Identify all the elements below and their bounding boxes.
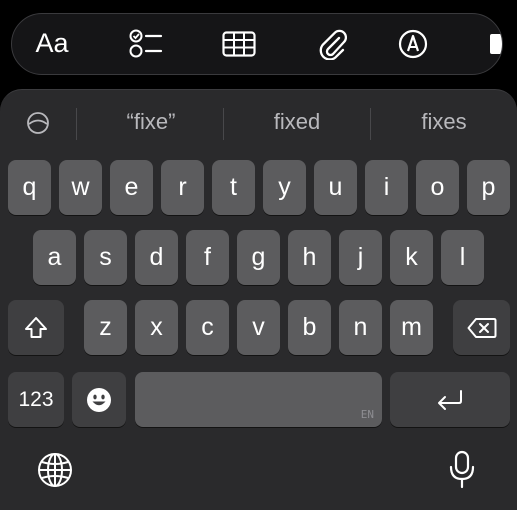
format-label: Aa	[35, 28, 69, 58]
shift-key[interactable]	[8, 300, 64, 355]
paperclip-icon	[319, 29, 347, 60]
delete-key[interactable]	[453, 300, 510, 355]
notes-toolbar: Aa	[11, 13, 503, 75]
emoji-icon	[87, 387, 111, 412]
prediction-2[interactable]: fixed	[226, 109, 368, 137]
key-x[interactable]: x	[135, 300, 178, 355]
emoji-key[interactable]	[72, 372, 126, 427]
key-j[interactable]: j	[339, 230, 382, 285]
key-w[interactable]: w	[59, 160, 102, 215]
key-a[interactable]: a	[33, 230, 76, 285]
key-e[interactable]: e	[110, 160, 153, 215]
markup-pen-icon	[398, 29, 428, 58]
key-t[interactable]: t	[212, 160, 255, 215]
key-r[interactable]: r	[161, 160, 204, 215]
key-u[interactable]: u	[314, 160, 357, 215]
shift-icon	[25, 316, 47, 338]
key-v[interactable]: v	[237, 300, 280, 355]
space-key[interactable]: EN	[135, 372, 382, 427]
key-q[interactable]: q	[8, 160, 51, 215]
key-l[interactable]: l	[441, 230, 484, 285]
markup-button[interactable]	[395, 14, 431, 73]
prediction-1[interactable]: “fixe”	[80, 109, 222, 137]
key-k[interactable]: k	[390, 230, 433, 285]
key-m[interactable]: m	[390, 300, 433, 355]
prediction-3[interactable]: fixes	[374, 109, 514, 137]
key-y[interactable]: y	[263, 160, 306, 215]
prediction-toggle-icon[interactable]	[26, 111, 50, 135]
table-button[interactable]	[219, 14, 259, 73]
prediction-divider	[370, 108, 371, 140]
backspace-icon	[467, 317, 496, 338]
key-o[interactable]: o	[416, 160, 459, 215]
key-p[interactable]: p	[467, 160, 510, 215]
prediction-bar: “fixe” fixed fixes	[0, 90, 517, 156]
key-h[interactable]: h	[288, 230, 331, 285]
key-g[interactable]: g	[237, 230, 280, 285]
table-icon	[222, 30, 256, 57]
more-partial-icon[interactable]	[490, 34, 502, 54]
keyboard: “fixe” fixed fixes q w e r t y u i o p a…	[0, 89, 517, 510]
numbers-key[interactable]: 123	[8, 372, 64, 427]
key-n[interactable]: n	[339, 300, 382, 355]
space-language-label: EN	[360, 408, 374, 421]
prediction-divider	[76, 108, 77, 140]
microphone-icon[interactable]	[448, 450, 476, 490]
key-c[interactable]: c	[186, 300, 229, 355]
key-z[interactable]: z	[84, 300, 127, 355]
checklist-icon	[129, 29, 163, 57]
key-s[interactable]: s	[84, 230, 127, 285]
prediction-divider	[223, 108, 224, 140]
attachment-button[interactable]	[312, 14, 352, 73]
format-button[interactable]: Aa	[30, 14, 74, 73]
key-b[interactable]: b	[288, 300, 331, 355]
key-i[interactable]: i	[365, 160, 408, 215]
globe-icon[interactable]	[37, 452, 73, 488]
return-key[interactable]	[390, 372, 510, 427]
return-icon	[438, 389, 462, 410]
key-d[interactable]: d	[135, 230, 178, 285]
checklist-button[interactable]	[124, 14, 168, 73]
key-f[interactable]: f	[186, 230, 229, 285]
